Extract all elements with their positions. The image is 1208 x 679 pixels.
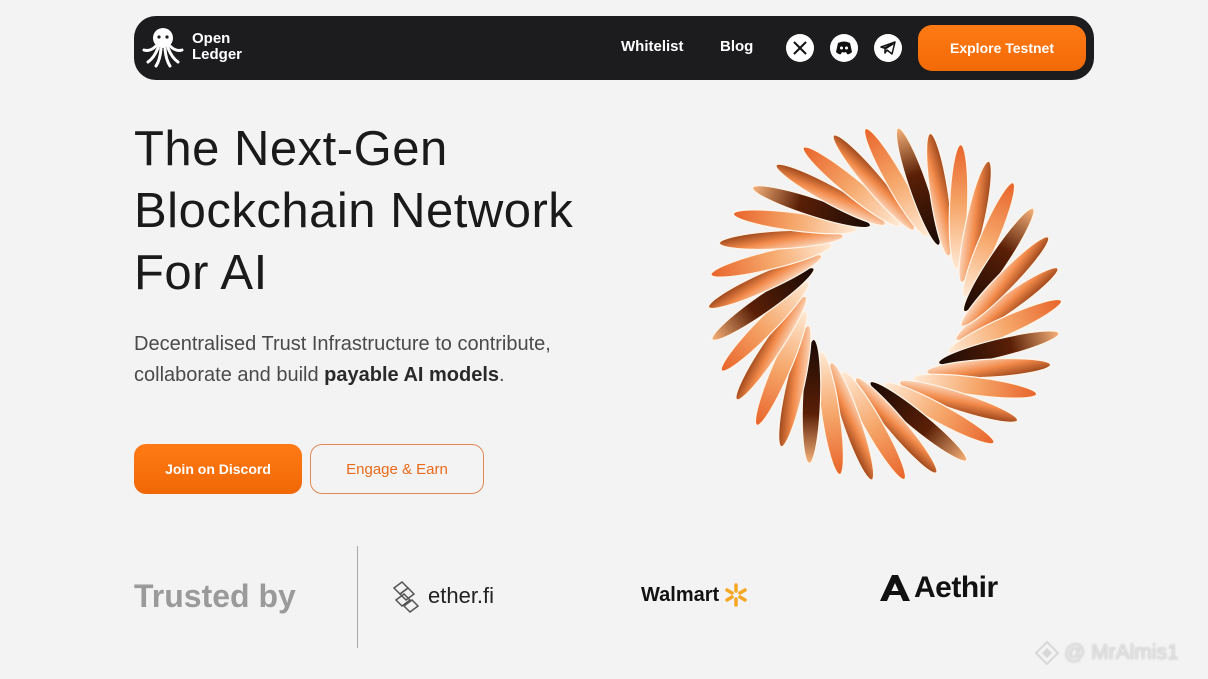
- nav-link-blog[interactable]: Blog: [720, 38, 753, 55]
- nav-link-whitelist[interactable]: Whitelist: [621, 38, 684, 55]
- hero-subtitle-end: .: [499, 364, 505, 386]
- logo[interactable]: Open Ledger: [140, 24, 242, 70]
- walmart-spark-icon: [725, 583, 747, 607]
- partner-etherfi: ether.fi: [388, 578, 494, 614]
- aethir-text: Aethir: [914, 571, 998, 604]
- etherfi-text: ether.fi: [428, 583, 495, 608]
- engage-earn-button[interactable]: Engage & Earn: [310, 444, 484, 494]
- etherfi-logo-icon: [392, 581, 420, 613]
- watermark-text: @ MrAlmis1: [1064, 641, 1179, 664]
- top-navbar: Open Ledger Whitelist Blog Explore Testn…: [134, 16, 1094, 80]
- trusted-by-label: Trusted by: [134, 578, 296, 614]
- logo-text: Open Ledger: [192, 31, 242, 63]
- walmart-text: Walmart: [641, 583, 720, 606]
- trusted-divider: [357, 546, 358, 648]
- hero-title-line-3: For AI: [134, 246, 268, 300]
- hero-subtitle: Decentralised Trust Infrastructure to co…: [134, 329, 554, 391]
- telegram-icon[interactable]: [874, 34, 902, 62]
- partner-aethir: Aethir: [878, 571, 998, 605]
- x-icon[interactable]: [786, 34, 814, 62]
- aethir-logo-icon: [880, 575, 910, 601]
- hero-title: The Next-Gen Blockchain Network For AI: [134, 118, 694, 304]
- binance-watermark-icon: [1034, 640, 1060, 666]
- hero-title-line-2: Blockchain Network: [134, 184, 574, 238]
- partner-walmart: Walmart: [641, 582, 749, 608]
- discord-icon[interactable]: [830, 34, 858, 62]
- hero-title-line-1: The Next-Gen: [134, 122, 448, 176]
- hero-spiral-illustration: [707, 127, 1063, 481]
- hero-subtitle-bold: payable AI models: [324, 364, 500, 386]
- explore-testnet-button[interactable]: Explore Testnet: [918, 25, 1086, 71]
- join-discord-button[interactable]: Join on Discord: [134, 444, 302, 494]
- octopus-logo-icon: [142, 28, 184, 68]
- logo-line-2: Ledger: [192, 46, 243, 63]
- watermark: @ MrAlmis1: [1034, 640, 1179, 666]
- logo-line-1: Open: [192, 30, 231, 47]
